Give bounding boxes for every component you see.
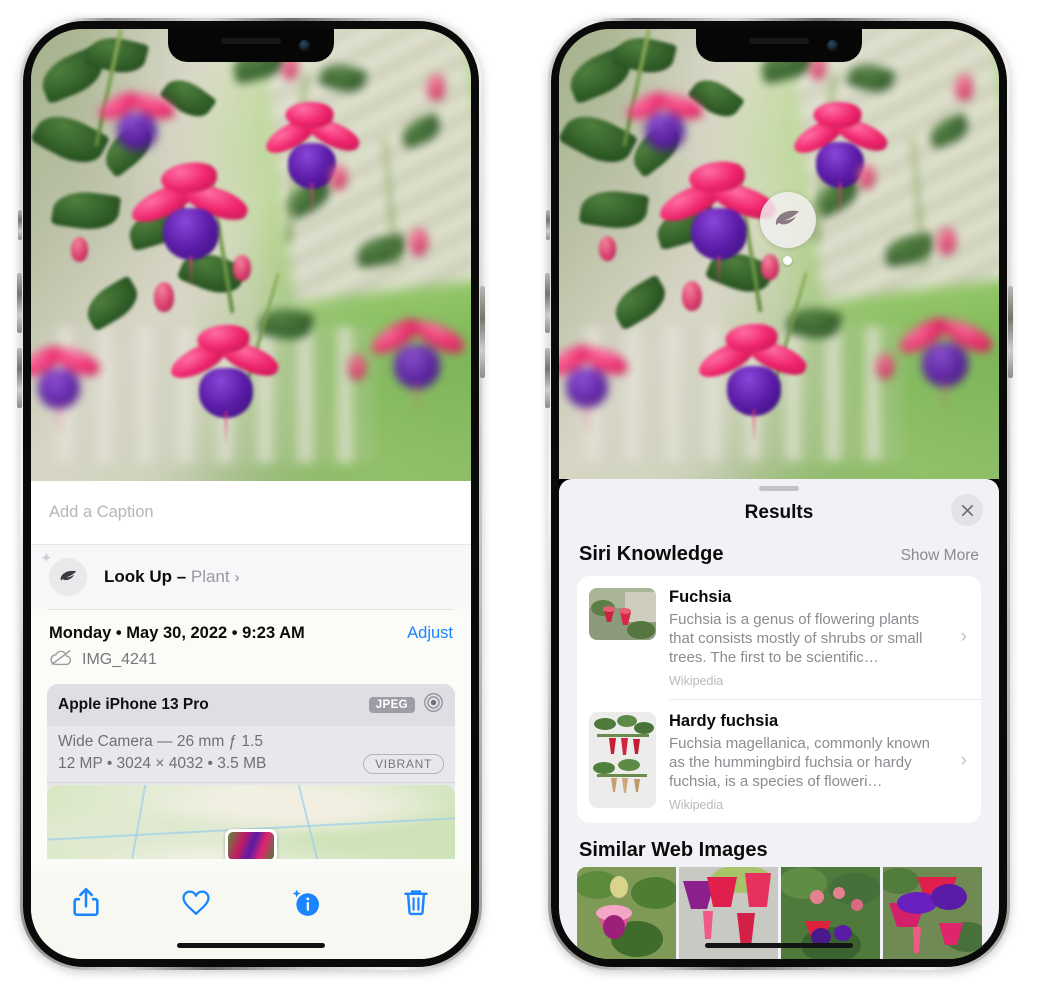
siri-knowledge-header: Siri Knowledge Show More <box>559 535 999 576</box>
exif-body: Wide Camera — 26 mm ƒ 1.5 12 MP • 3024 ×… <box>47 726 455 782</box>
earpiece-speaker <box>221 38 281 44</box>
delete-button[interactable] <box>361 885 471 919</box>
thumbnail <box>589 588 656 640</box>
knowledge-row-hardy-fuchsia[interactable]: Hardy fuchsia Fuchsia magellanica, commo… <box>577 700 981 823</box>
phone-right: Results Siri Knowledge Show More Fuchsia… <box>545 18 1013 970</box>
front-camera <box>827 40 838 51</box>
look-up-label: Look Up – Plant › <box>104 567 240 586</box>
result-description: Fuchsia magellanica, commonly known as t… <box>669 734 930 791</box>
result-title: Fuchsia <box>669 588 732 606</box>
visual-look-up-button[interactable] <box>759 192 816 265</box>
result-source: Wikipedia <box>669 673 724 688</box>
cloud-slash-icon <box>49 649 73 671</box>
volume-up-button[interactable] <box>545 273 550 333</box>
result-source: Wikipedia <box>669 797 724 812</box>
notch <box>696 29 862 62</box>
results-title: Results <box>744 502 814 523</box>
similar-image-1[interactable] <box>577 867 676 959</box>
photo-viewer[interactable] <box>559 29 999 479</box>
photo-date: Monday • May 30, 2022 • 9:23 AM <box>49 624 305 642</box>
result-description: Fuchsia is a genus of flowering plants t… <box>669 610 923 667</box>
power-button[interactable] <box>1008 286 1013 378</box>
knowledge-row-fuchsia[interactable]: Fuchsia Fuchsia is a genus of flowering … <box>577 576 981 699</box>
notch <box>168 29 334 62</box>
similar-web-images-title: Similar Web Images <box>579 838 768 861</box>
look-up-subject: Plant <box>190 567 230 586</box>
home-indicator[interactable] <box>177 943 325 948</box>
front-camera <box>299 40 310 51</box>
photographic-style-badge: VIBRANT <box>363 754 444 774</box>
info-sparkle-icon <box>289 885 323 919</box>
share-icon <box>69 885 103 919</box>
look-up-row[interactable]: ✦ Look Up – Plant › <box>31 545 471 609</box>
screen-right: Results Siri Knowledge Show More Fuchsia… <box>559 29 999 959</box>
share-button[interactable] <box>31 885 141 919</box>
mute-switch[interactable] <box>546 210 550 240</box>
heart-icon <box>179 885 213 919</box>
siri-knowledge-title: Siri Knowledge <box>579 543 724 565</box>
caption-row[interactable]: Add a Caption <box>31 481 471 545</box>
volume-down-button[interactable] <box>17 348 22 408</box>
aperture-icon <box>423 692 444 718</box>
info-button[interactable] <box>251 885 361 919</box>
adjust-button[interactable]: Adjust <box>407 624 453 643</box>
lens-info: Wide Camera — 26 mm ƒ 1.5 <box>58 733 264 750</box>
photo-metadata: Monday • May 30, 2022 • 9:23 AM Adjust I… <box>31 610 471 671</box>
trash-icon <box>399 885 433 919</box>
exif-header: Apple iPhone 13 Pro JPEG <box>47 684 455 726</box>
thumbnail <box>589 711 656 808</box>
earpiece-speaker <box>749 38 809 44</box>
chevron-right-icon: › <box>960 626 967 648</box>
screen-left: Add a Caption ✦ Look Up – Plant › Monday … <box>31 29 471 959</box>
map-photo-pin[interactable] <box>225 829 277 859</box>
leaf-icon <box>759 192 816 248</box>
siri-knowledge-card: Fuchsia Fuchsia is a genus of flowering … <box>577 576 981 823</box>
favorite-button[interactable] <box>141 885 251 919</box>
resolution-info: 12 MP • 3024 × 4032 • 3.5 MB <box>58 755 267 772</box>
close-button[interactable] <box>951 494 983 526</box>
format-badge: JPEG <box>368 697 415 713</box>
phone-left: Add a Caption ✦ Look Up – Plant › Monday … <box>17 18 485 970</box>
close-icon <box>961 504 973 516</box>
volume-up-button[interactable] <box>17 273 22 333</box>
results-header: Results <box>559 491 999 535</box>
similar-image-4[interactable] <box>883 867 982 959</box>
show-more-button[interactable]: Show More <box>901 547 979 565</box>
chevron-right-icon: › <box>234 569 240 586</box>
chevron-right-icon: › <box>960 750 967 772</box>
results-panel: Results Siri Knowledge Show More Fuchsia… <box>559 479 999 959</box>
photo-filename: IMG_4241 <box>82 651 157 668</box>
power-button[interactable] <box>480 286 485 378</box>
photo-viewer[interactable] <box>31 29 471 481</box>
location-map-card[interactable] <box>47 785 455 859</box>
volume-down-button[interactable] <box>545 348 550 408</box>
caption-input[interactable]: Add a Caption <box>49 503 154 522</box>
result-title: Hardy fuchsia <box>669 711 779 730</box>
home-indicator[interactable] <box>705 943 853 948</box>
sparkle-icon: ✦ <box>40 550 53 567</box>
mute-switch[interactable] <box>18 210 22 240</box>
visual-look-up-anchor-dot <box>783 256 793 265</box>
leaf-icon: ✦ <box>40 551 87 596</box>
camera-device: Apple iPhone 13 Pro <box>58 696 209 713</box>
